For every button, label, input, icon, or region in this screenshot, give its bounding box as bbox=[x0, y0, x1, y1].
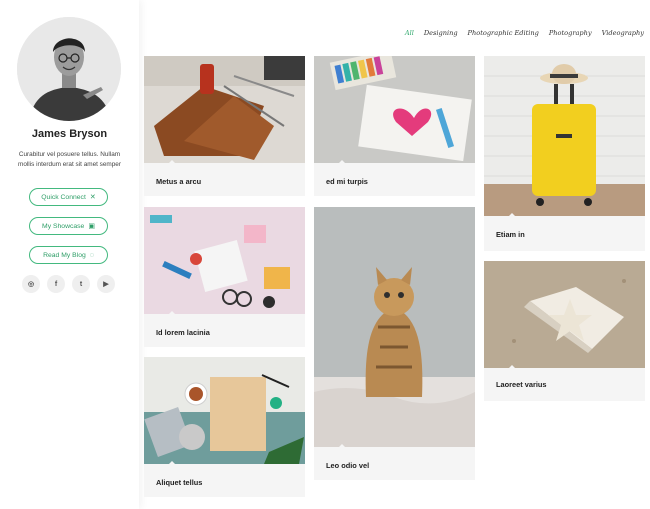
gallery-card[interactable]: Metus a arcu bbox=[144, 56, 305, 196]
gallery-image-cat bbox=[314, 207, 475, 447]
gallery-image-knitting bbox=[144, 357, 305, 464]
gallery-image-book bbox=[484, 261, 645, 368]
gallery-image-leather bbox=[144, 56, 305, 163]
facebook-icon[interactable]: f bbox=[47, 275, 65, 293]
gallery-image-suitcase bbox=[484, 56, 645, 216]
avatar bbox=[17, 17, 121, 121]
filter-videography[interactable]: Videography bbox=[602, 29, 644, 37]
filter-nav: All Designing Photographic Editing Photo… bbox=[405, 29, 644, 37]
gallery-card[interactable]: Id lorem lacinia bbox=[144, 207, 305, 347]
gallery-item-title: Aliquet tellus bbox=[156, 478, 203, 487]
quick-connect-button[interactable]: Quick Connect ✕ bbox=[29, 188, 108, 206]
gallery-item-title: Id lorem lacinia bbox=[156, 328, 210, 337]
image-icon: ▣ bbox=[88, 222, 95, 230]
loading-icon: ◌ bbox=[89, 251, 94, 259]
gallery-image-heart bbox=[314, 56, 475, 163]
read-my-blog-button[interactable]: Read My Blog ◌ bbox=[29, 246, 108, 264]
twitter-icon[interactable]: t bbox=[72, 275, 90, 293]
gallery-item-title: Metus a arcu bbox=[156, 177, 202, 186]
instagram-icon[interactable]: ◎ bbox=[22, 275, 40, 293]
gallery-item-title: ed mi turpis bbox=[326, 177, 368, 186]
read-my-blog-label: Read My Blog bbox=[43, 251, 86, 259]
profile-sidebar: James Bryson Curabitur vel posuere tellu… bbox=[0, 0, 139, 509]
gallery-item-title: Laoreet varius bbox=[496, 380, 547, 389]
social-links: ◎ f t ▶ bbox=[22, 275, 115, 293]
connect-icon: ✕ bbox=[89, 193, 96, 201]
filter-photographic-editing[interactable]: Photographic Editing bbox=[468, 29, 539, 37]
my-showcase-label: My Showcase bbox=[42, 222, 85, 230]
profile-bio: Curabitur vel posuere tellus. Nullam mol… bbox=[18, 151, 121, 168]
filter-designing[interactable]: Designing bbox=[424, 29, 458, 37]
filter-all[interactable]: All bbox=[405, 29, 414, 37]
gallery-image-craft bbox=[144, 207, 305, 314]
gallery-card[interactable]: ed mi turpis bbox=[314, 56, 475, 196]
filter-photography[interactable]: Photography bbox=[549, 29, 592, 37]
gallery-card[interactable]: Aliquet tellus bbox=[144, 357, 305, 497]
quick-connect-label: Quick Connect bbox=[41, 193, 86, 201]
gallery-card[interactable]: Leo odio vel bbox=[314, 207, 475, 480]
gallery-item-title: Etiam in bbox=[496, 230, 525, 239]
my-showcase-button[interactable]: My Showcase ▣ bbox=[29, 217, 108, 235]
profile-name: James Bryson bbox=[31, 128, 108, 140]
gallery-item-title: Leo odio vel bbox=[326, 461, 370, 470]
gallery-card[interactable]: Laoreet varius bbox=[484, 261, 645, 401]
youtube-icon[interactable]: ▶ bbox=[97, 275, 115, 293]
gallery-card[interactable]: Etiam in bbox=[484, 56, 645, 251]
